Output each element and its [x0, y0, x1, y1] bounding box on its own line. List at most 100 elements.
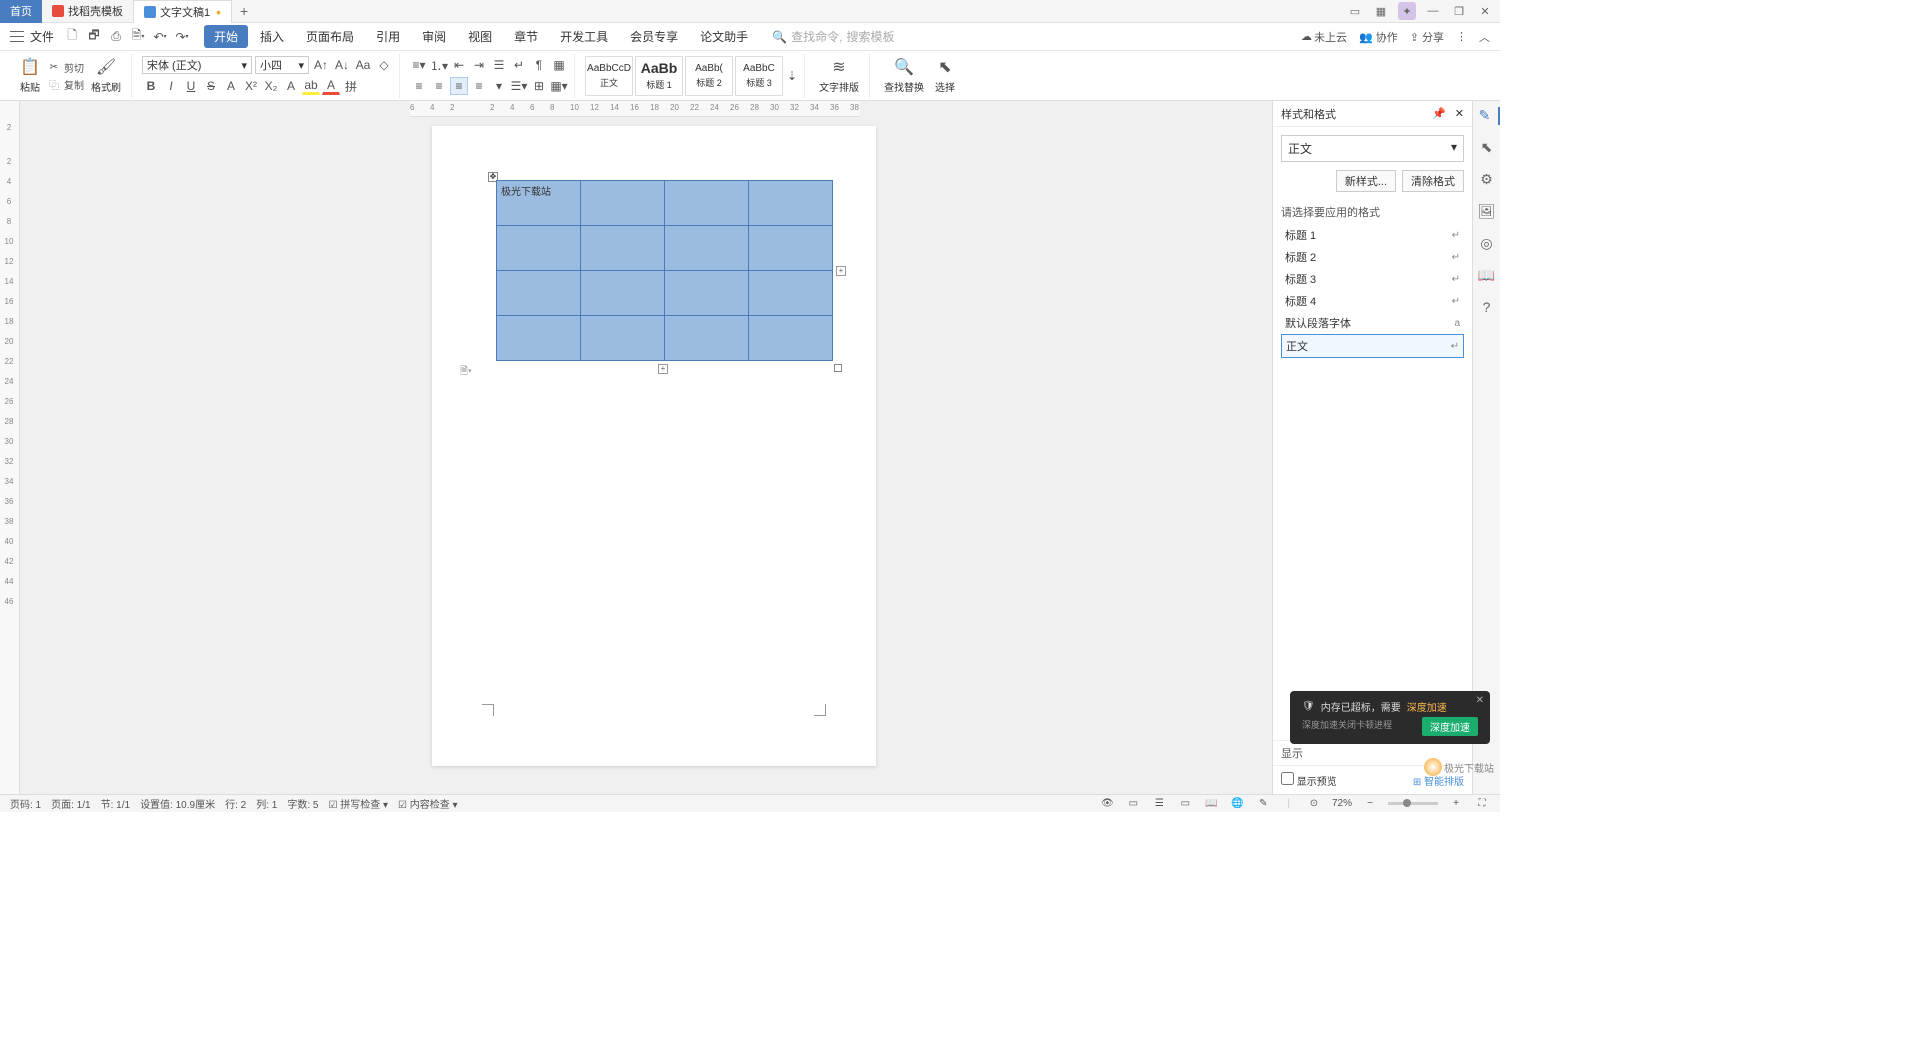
layout-icon[interactable]: ▭ [1346, 2, 1364, 20]
align-left-button[interactable]: ≡ [410, 77, 428, 95]
page-footer-icon[interactable]: 🗎▾ [460, 364, 472, 381]
paste-button[interactable]: 📋粘贴 [16, 56, 44, 96]
sidebar-help-icon[interactable]: ? [1478, 299, 1496, 317]
text-layout-button[interactable]: ≋文字排版 [815, 56, 863, 96]
hamburger-icon[interactable] [10, 30, 24, 44]
cloud-status[interactable]: ☁未上云 [1301, 29, 1347, 45]
tab-member[interactable]: 会员专享 [620, 25, 688, 48]
cut-button[interactable]: ✂剪切 [47, 60, 84, 75]
document-page[interactable]: ✥ 极光下载站 + + 🗎▾ [432, 126, 876, 766]
grid-icon[interactable]: ▦ [1372, 2, 1390, 20]
table-cell[interactable] [665, 226, 749, 271]
highlight-button[interactable]: ab [302, 77, 320, 95]
collab-button[interactable]: 👥 协作 [1359, 29, 1398, 45]
file-menu[interactable]: 文件 [30, 28, 54, 45]
borders-button[interactable]: ▦ [550, 56, 568, 74]
current-style-select[interactable]: 正文 ▾ [1281, 135, 1464, 162]
zoom-in-button[interactable]: + [1448, 797, 1464, 811]
sidebar-image-icon[interactable]: 🖼 [1478, 203, 1496, 221]
style-normal[interactable]: AaBbCcD正文 [585, 56, 633, 96]
close-panel-icon[interactable]: ✕ [1455, 108, 1464, 120]
share-button[interactable]: ⇪ 分享 [1410, 29, 1444, 45]
tab-stops-button[interactable]: ⊞ [530, 77, 548, 95]
increase-indent-button[interactable]: ⇥ [470, 56, 488, 74]
status-section[interactable]: 节: 1/1 [101, 796, 130, 811]
minimize-button[interactable]: — [1424, 2, 1442, 20]
table-cell[interactable] [497, 226, 581, 271]
styles-more-button[interactable]: ⇣ [786, 67, 798, 85]
table-cell[interactable] [665, 316, 749, 361]
tab-add-button[interactable]: + [232, 3, 256, 19]
table-cell[interactable] [749, 181, 833, 226]
table-cell[interactable] [665, 181, 749, 226]
table-add-column-button[interactable]: + [836, 266, 846, 276]
tab-home[interactable]: 首页 [0, 0, 42, 23]
tab-developer[interactable]: 开发工具 [550, 25, 618, 48]
table-add-row-button[interactable]: + [658, 364, 668, 374]
find-replace-button[interactable]: 🔍查找替换 [880, 56, 928, 96]
style-heading3[interactable]: AaBbC标题 3 [735, 56, 783, 96]
sidebar-settings-icon[interactable]: ⚙ [1478, 171, 1496, 189]
text-effects-button[interactable]: A [282, 77, 300, 95]
tab-templates[interactable]: 找稻壳模板 [42, 0, 133, 23]
zoom-out-button[interactable]: − [1362, 797, 1378, 811]
tab-insert[interactable]: 插入 [250, 25, 294, 48]
tab-view[interactable]: 视图 [458, 25, 502, 48]
style-list-item-selected[interactable]: 正文↵ [1281, 334, 1464, 358]
ai-assistant-icon[interactable]: ✦ [1398, 2, 1416, 20]
style-list-item[interactable]: 标题 3↵ [1281, 268, 1464, 290]
tab-document[interactable]: 文字文稿1 • [133, 0, 232, 23]
status-column[interactable]: 列: 1 [256, 796, 277, 811]
view-outline-icon[interactable]: ☰ [1151, 797, 1167, 811]
tab-review[interactable]: 审阅 [412, 25, 456, 48]
tab-page-layout[interactable]: 页面布局 [296, 25, 364, 48]
status-contentcheck[interactable]: ☑ 内容检查 ▾ [398, 796, 458, 811]
increase-font-icon[interactable]: A↑ [312, 56, 330, 74]
command-search[interactable]: 🔍 查找命令, 搜索模板 [772, 28, 894, 45]
print-icon[interactable]: ⎙ [108, 29, 124, 45]
fullscreen-icon[interactable]: ⛶ [1474, 797, 1490, 811]
align-center-button[interactable]: ≡ [430, 77, 448, 95]
save-icon[interactable]: 🗋 [64, 29, 80, 45]
close-button[interactable]: ✕ [1476, 2, 1494, 20]
status-line[interactable]: 行: 2 [225, 796, 246, 811]
table-cell[interactable] [581, 316, 665, 361]
strikethrough-button[interactable]: S [202, 77, 220, 95]
decrease-indent-button[interactable]: ⇤ [450, 56, 468, 74]
phonetic-button[interactable]: 拼 [342, 77, 360, 95]
export-icon[interactable]: 🗎▾ [130, 29, 146, 45]
table-cell[interactable] [497, 271, 581, 316]
font-size-select[interactable]: 小四▾ [255, 56, 309, 74]
sort-button[interactable]: ☰ [490, 56, 508, 74]
font-color-button[interactable]: A [322, 77, 340, 95]
sidebar-location-icon[interactable]: ◎ [1478, 235, 1496, 253]
table-cell[interactable] [581, 271, 665, 316]
globe-icon[interactable]: 🌐 [1229, 797, 1245, 811]
style-list-item[interactable]: 标题 4↵ [1281, 290, 1464, 312]
tab-thesis[interactable]: 论文助手 [690, 25, 758, 48]
status-spellcheck[interactable]: ☑ 拼写检查 ▾ [328, 796, 388, 811]
tab-sections[interactable]: 章节 [504, 25, 548, 48]
style-heading2[interactable]: AaBb(标题 2 [685, 56, 733, 96]
eye-icon[interactable]: 👁 [1099, 797, 1115, 811]
tab-references[interactable]: 引用 [366, 25, 410, 48]
table-cell[interactable] [749, 226, 833, 271]
toast-action-button[interactable]: 深度加速 [1422, 717, 1478, 736]
zoom-value[interactable]: 72% [1332, 798, 1352, 809]
table-cell[interactable] [581, 226, 665, 271]
status-position[interactable]: 设置值: 10.9厘米 [140, 796, 215, 811]
shading-button[interactable]: ▾ [490, 77, 508, 95]
canvas[interactable]: 6 4 2 2 4 6 8 10 12 14 16 18 20 22 24 26… [20, 101, 1272, 794]
subscript-button[interactable]: X₂ [262, 77, 280, 95]
status-page-number[interactable]: 页码: 1 [10, 796, 41, 811]
table-cell[interactable]: 极光下载站 [497, 181, 581, 226]
select-button[interactable]: ⬉选择 [931, 56, 959, 96]
align-distribute-button[interactable]: ≡ [470, 77, 488, 95]
clear-format-button[interactable]: 清除格式 [1402, 170, 1464, 192]
table-cell[interactable] [749, 271, 833, 316]
edit-icon[interactable]: ✎ [1255, 797, 1271, 811]
sidebar-book-icon[interactable]: 📖 [1478, 267, 1496, 285]
zoom-slider[interactable] [1388, 802, 1438, 805]
underline-button[interactable]: U [182, 77, 200, 95]
clear-format-icon[interactable]: ◇ [375, 56, 393, 74]
